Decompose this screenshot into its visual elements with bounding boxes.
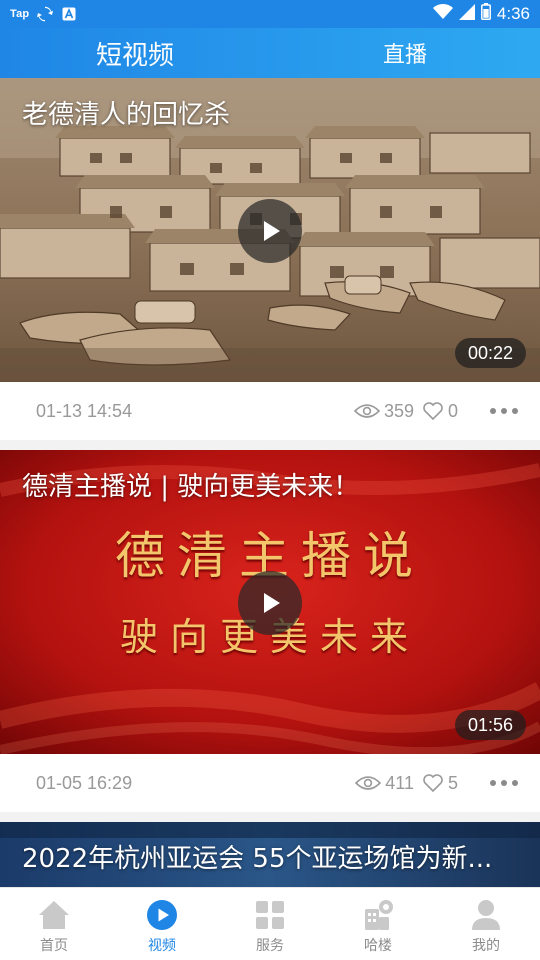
view-count-value: 359 (383, 400, 414, 421)
video-card[interactable]: 2022年杭州亚运会 55个亚运场馆为新... (0, 822, 540, 887)
nav-halou-label: 哈楼 (364, 938, 392, 954)
play-button[interactable] (238, 199, 302, 263)
view-count: 411 (355, 773, 414, 794)
nav-home-label: 首页 (40, 938, 68, 954)
nav-service[interactable]: 服务 (216, 888, 324, 960)
video-card[interactable]: 老德清人的回忆杀 00:22 01-13 14:54 359 0 (0, 78, 540, 440)
video-meta: 01-13 14:54 359 0 (0, 382, 540, 440)
battery-icon (480, 3, 491, 25)
play-icon (264, 221, 280, 241)
video-title: 2022年杭州亚运会 55个亚运场馆为新... (22, 844, 493, 874)
video-duration: 01:56 (454, 710, 526, 740)
like-count[interactable]: 5 (422, 773, 458, 794)
a-badge-icon (61, 6, 77, 22)
like-count-value: 5 (447, 772, 458, 793)
heart-icon (423, 402, 443, 421)
video-title: 德清主播说 | 驶向更美未来！ (22, 472, 360, 502)
screen: Tap 4:36 短视频 直播 老德清人的回忆杀 00:22 01-13 14:… (0, 0, 540, 960)
nav-video-label: 视频 (148, 938, 176, 954)
video-thumbnail[interactable]: 老德清人的回忆杀 00:22 (0, 78, 540, 382)
bottom-navigation: 首页 视频 服务 哈楼 我的 (0, 887, 540, 960)
status-bar: Tap 4:36 (0, 0, 540, 28)
video-feed[interactable]: 老德清人的回忆杀 00:22 01-13 14:54 359 0 德清主播说 驶… (0, 78, 540, 887)
publish-date: 01-13 14:54 (36, 400, 133, 421)
nav-mine-label: 我的 (472, 938, 500, 954)
eye-icon (353, 404, 380, 418)
more-options-icon[interactable] (490, 408, 518, 414)
user-icon (469, 898, 503, 932)
video-thumbnail[interactable]: 2022年杭州亚运会 55个亚运场馆为新... (0, 822, 540, 887)
status-app-label: Tap (10, 8, 30, 20)
publish-date: 01-05 16:29 (36, 772, 133, 793)
wifi-icon (432, 3, 453, 25)
eye-icon (355, 776, 382, 790)
video-meta: 01-05 16:29 411 5 (0, 754, 540, 812)
nav-mine[interactable]: 我的 (432, 888, 540, 960)
signal-icon (458, 3, 475, 25)
status-time: 4:36 (496, 4, 530, 23)
top-tab-bar: 短视频 直播 (0, 28, 540, 78)
nav-home[interactable]: 首页 (0, 888, 108, 960)
tab-short-video[interactable]: 短视频 (0, 28, 270, 78)
play-circle-icon (145, 898, 179, 932)
video-title: 老德清人的回忆杀 (22, 100, 231, 130)
play-icon (264, 593, 280, 613)
building-chat-icon (361, 898, 395, 932)
heart-icon (423, 774, 443, 793)
nav-service-label: 服务 (256, 938, 284, 954)
nav-video[interactable]: 视频 (108, 888, 216, 960)
view-count: 359 (353, 400, 414, 422)
video-thumbnail[interactable]: 德清主播说 驶向更美未来 德清主播说 | 驶向更美未来！ 01:56 (0, 450, 540, 754)
like-count[interactable]: 0 (422, 401, 458, 422)
like-count-value: 0 (447, 400, 458, 421)
video-card[interactable]: 德清主播说 驶向更美未来 德清主播说 | 驶向更美未来！ 01:56 01-05… (0, 450, 540, 812)
sync-icon (37, 6, 54, 22)
grid-icon (253, 898, 287, 932)
tab-live[interactable]: 直播 (270, 28, 540, 78)
home-icon (37, 898, 71, 932)
view-count-value: 411 (385, 772, 414, 793)
play-button[interactable] (238, 571, 302, 635)
nav-halou[interactable]: 哈楼 (324, 888, 432, 960)
video-duration: 00:22 (454, 338, 526, 368)
more-options-icon[interactable] (490, 780, 518, 786)
